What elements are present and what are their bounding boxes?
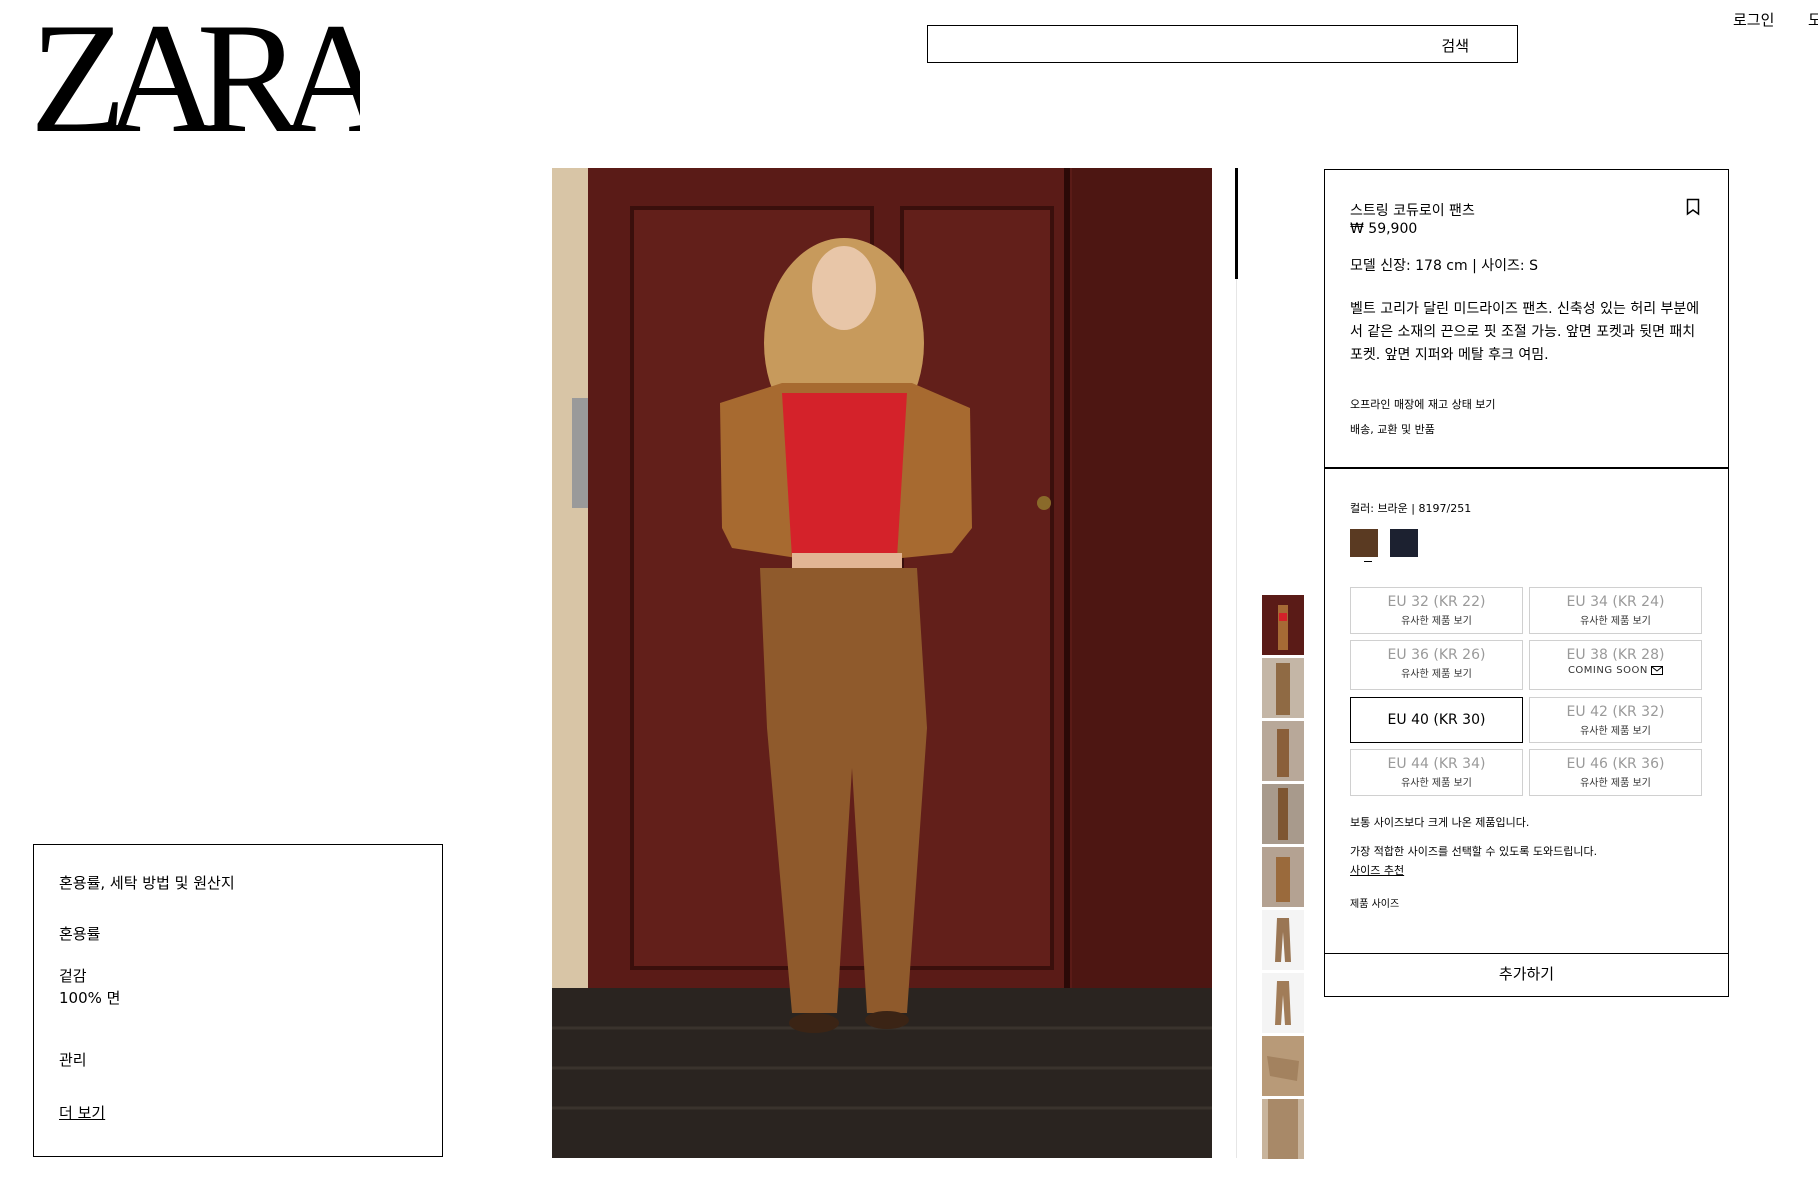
store-stock-link[interactable]: 오프라인 매장에 재고 상태 보기 (1350, 396, 1496, 412)
thumbnail-5-image (1262, 847, 1304, 907)
mail-icon (1651, 665, 1664, 675)
login-link[interactable]: 로그인 (1733, 9, 1774, 30)
size-sublabel: 유사한 제품 보기 (1401, 669, 1472, 680)
bookmark-icon-graphic (1686, 198, 1700, 216)
thumbnail-4[interactable] (1262, 784, 1304, 844)
thumbnail-2-image (1262, 658, 1304, 718)
care-label: 관리 (59, 1051, 87, 1069)
fit-note: 보통 사이즈보다 크게 나온 제품입니다. (1350, 816, 1530, 829)
thumbnail-9[interactable] (1262, 1099, 1304, 1159)
size-sublabel: 유사한 제품 보기 (1401, 616, 1472, 627)
info-divider (1325, 467, 1728, 469)
thumbnail-3-image (1262, 721, 1304, 781)
size-label: EU 32 (KR 22) (1387, 594, 1486, 610)
product-photo (552, 168, 1212, 1158)
zara-logo-text: ZARA (30, 6, 360, 146)
thumbnail-5[interactable] (1262, 847, 1304, 907)
shipping-returns-link[interactable]: 배송, 교환 및 반품 (1350, 421, 1435, 437)
size-option-eu36[interactable]: EU 36 (KR 26) 유사한 제품 보기 (1350, 640, 1523, 690)
model-info: 모델 신장: 178 cm | 사이즈: S (1350, 258, 1538, 274)
size-option-eu34[interactable]: EU 34 (KR 24) 유사한 제품 보기 (1529, 587, 1702, 634)
size-sublabel: 유사한 제품 보기 (1401, 778, 1472, 789)
size-option-eu42[interactable]: EU 42 (KR 32) 유사한 제품 보기 (1529, 697, 1702, 743)
color-label: 컬러: 브라운 | 8197/251 (1350, 502, 1472, 515)
size-label: EU 42 (KR 32) (1566, 704, 1665, 720)
product-size-link[interactable]: 제품 사이즈 (1350, 895, 1399, 910)
size-label: EU 38 (KR 28) (1566, 647, 1665, 663)
search-input[interactable]: 검색 (927, 25, 1518, 63)
size-label: EU 36 (KR 26) (1387, 647, 1486, 663)
size-label: EU 46 (KR 36) (1566, 756, 1665, 772)
more-link[interactable]: 더 보기 (59, 1102, 105, 1123)
size-label: EU 44 (KR 34) (1387, 756, 1486, 772)
image-scroll-track[interactable] (1236, 168, 1237, 1158)
thumbnail-4-image (1262, 784, 1304, 844)
product-main-image[interactable] (552, 168, 1212, 1158)
thumbnail-6[interactable] (1262, 910, 1304, 970)
size-sublabel: 유사한 제품 보기 (1580, 778, 1651, 789)
thumbnail-3[interactable] (1262, 721, 1304, 781)
size-option-eu46[interactable]: EU 46 (KR 36) 유사한 제품 보기 (1529, 749, 1702, 796)
product-name: 스트링 코듀로이 팬츠 (1350, 203, 1475, 219)
product-description: 벨트 고리가 달린 미드라이즈 팬츠. 신축성 있는 허리 부분에서 같은 소재… (1350, 301, 1700, 363)
product-info-panel: 스트링 코듀로이 팬츠 ₩ 59,900 모델 신장: 178 cm | 사이즈… (1324, 169, 1729, 997)
size-recommend-link[interactable]: 사이즈 추천 (1350, 862, 1404, 878)
bookmark-icon[interactable] (1686, 198, 1700, 220)
coming-soon-label: COMING SOON (1567, 665, 1648, 676)
outer-fabric-value: 100% 면 (59, 989, 121, 1007)
outer-fabric-label: 겉감 (59, 967, 87, 985)
size-option-eu38[interactable]: EU 38 (KR 28) COMING SOON (1529, 640, 1702, 690)
composition-section-label: 혼용률 (59, 925, 101, 943)
color-swatch-navy[interactable] (1390, 529, 1418, 557)
size-sublabel: COMING SOON (1530, 665, 1701, 676)
selected-swatch-indicator (1364, 561, 1372, 562)
size-sublabel: 유사한 제품 보기 (1580, 726, 1651, 737)
thumbnail-7-image (1262, 973, 1304, 1033)
image-scroll-thumb[interactable] (1235, 168, 1238, 279)
size-help-text: 가장 적합한 사이즈를 선택할 수 있도록 도와드립니다. (1350, 845, 1598, 858)
size-option-eu40[interactable]: EU 40 (KR 30) (1350, 697, 1523, 743)
size-option-eu44[interactable]: EU 44 (KR 34) 유사한 제품 보기 (1350, 749, 1523, 796)
zara-logo[interactable]: ZARA (30, 0, 415, 166)
thumbnail-6-image (1262, 910, 1304, 970)
composition-care-panel: 혼용률, 세탁 방법 및 원산지 혼용률 겉감 100% 면 관리 더 보기 (33, 844, 443, 1157)
size-label: EU 40 (KR 30) (1387, 712, 1486, 728)
size-sublabel: 유사한 제품 보기 (1580, 616, 1651, 627)
size-label: EU 34 (KR 24) (1566, 594, 1665, 610)
thumbnail-1-image (1262, 595, 1304, 655)
thumbnail-9-image (1262, 1099, 1304, 1159)
thumbnail-2[interactable] (1262, 658, 1304, 718)
search-label[interactable]: 검색 (1441, 35, 1469, 56)
zara-logo-mark: ZARA (30, 0, 415, 166)
thumbnail-7[interactable] (1262, 973, 1304, 1033)
add-to-cart-button[interactable]: 추가하기 (1325, 953, 1728, 996)
composition-title: 혼용률, 세탁 방법 및 원산지 (59, 874, 235, 892)
thumbnail-8-image (1262, 1036, 1304, 1096)
top-overflow-link[interactable]: 도 (1808, 9, 1818, 30)
color-swatch-brown[interactable] (1350, 529, 1378, 557)
thumbnail-1[interactable] (1262, 595, 1304, 655)
thumbnail-strip (1262, 595, 1304, 1159)
product-price: ₩ 59,900 (1350, 221, 1418, 237)
size-option-eu32[interactable]: EU 32 (KR 22) 유사한 제품 보기 (1350, 587, 1523, 634)
thumbnail-8[interactable] (1262, 1036, 1304, 1096)
